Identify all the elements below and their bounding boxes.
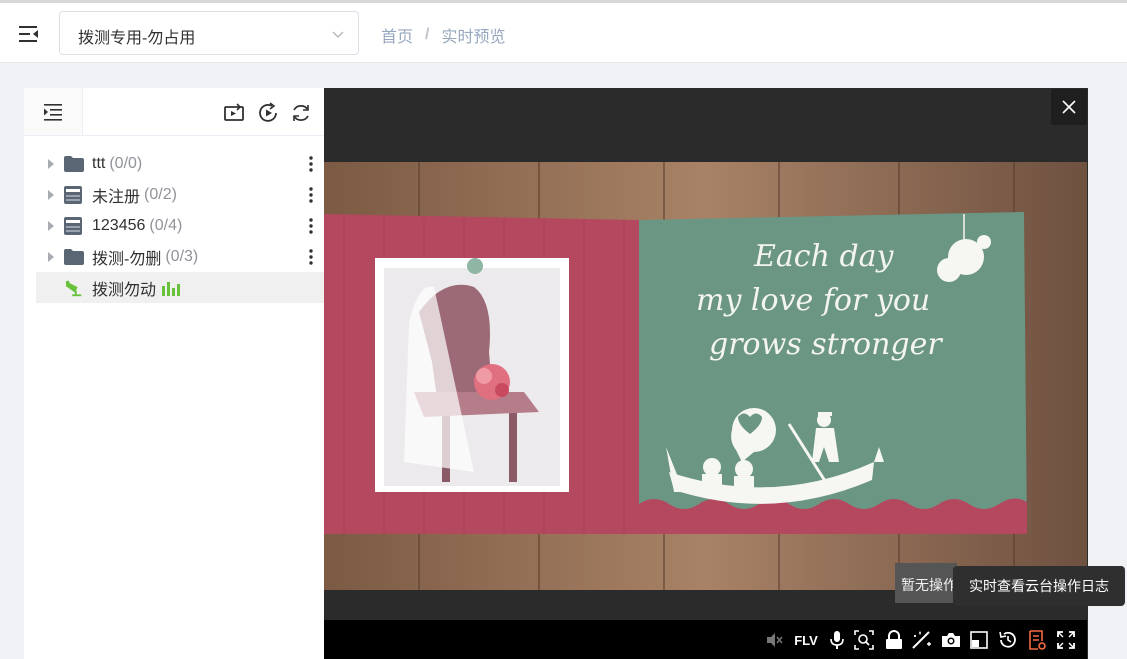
org-select[interactable]: 拨测专用-勿占用 — [59, 11, 359, 55]
video-text-line-1: Each day — [753, 239, 895, 274]
tree-node-unregistered[interactable]: 未注册 (0/2) — [36, 179, 324, 210]
caret-right-icon[interactable] — [46, 220, 56, 231]
ptz-log-tooltip: 实时查看云台操作日志 — [953, 566, 1125, 606]
ptz-log-icon[interactable] — [1027, 630, 1047, 650]
fullscreen-icon[interactable] — [1056, 630, 1076, 650]
snapshot-icon[interactable] — [940, 630, 962, 650]
menu-toggle-icon[interactable] — [18, 24, 40, 44]
tree-node-count: (0/3) — [165, 247, 199, 265]
lock-icon[interactable] — [883, 630, 905, 650]
chevron-down-icon — [332, 31, 344, 38]
tree-node-count: (0/0) — [109, 154, 143, 172]
zoom-icon[interactable] — [853, 630, 875, 650]
folder-icon — [64, 248, 84, 266]
more-vertical-icon[interactable] — [308, 248, 314, 266]
device-tree-panel: ttt (0/0) 未注册 (0/2) 123456 (0/4) 拨测-勿删 (… — [24, 88, 324, 659]
wand-icon[interactable] — [911, 630, 933, 650]
video-frame: Each day my love for you grows stronger — [324, 162, 1087, 590]
tree-node-label: 拨测勿动 — [92, 281, 157, 299]
caret-right-icon[interactable] — [46, 251, 56, 262]
tree-node-123456[interactable]: 123456 (0/4) — [36, 210, 324, 241]
stream-format-label[interactable]: FLV — [792, 630, 820, 650]
close-player-button[interactable] — [1051, 89, 1087, 125]
caret-right-icon[interactable] — [46, 158, 56, 169]
video-text-line-2: my love for you — [696, 283, 930, 318]
refresh-icon — [293, 104, 309, 122]
breadcrumb-home[interactable]: 首页 — [381, 23, 413, 47]
breadcrumb: 首页 / 实时预览 — [381, 23, 505, 47]
folder-icon — [64, 155, 84, 173]
tree-node-label: ttt — [92, 154, 106, 172]
close-icon — [1062, 100, 1076, 114]
tree-node-count: (0/4) — [149, 216, 183, 234]
tree-toolbar — [24, 88, 324, 136]
more-vertical-icon[interactable] — [308, 155, 314, 173]
org-select-value: 拨测专用-勿占用 — [78, 30, 196, 47]
indent-icon — [44, 104, 62, 121]
tree-refresh-button[interactable] — [290, 102, 312, 124]
tree-node-dial-test[interactable]: 拨测-勿删 (0/3) — [36, 241, 324, 272]
video-text-line-3: grows stronger — [709, 327, 943, 362]
tree-node-count: (0/2) — [144, 185, 177, 203]
tree-node-label: 拨测-勿删 — [92, 250, 162, 268]
tree-collapse-button[interactable] — [24, 88, 83, 135]
player-control-bar: FLV — [324, 620, 1087, 659]
tree-switch-button[interactable] — [223, 102, 245, 124]
replay-icon — [259, 102, 277, 122]
tree-playback-button[interactable] — [257, 102, 279, 124]
more-vertical-icon[interactable] — [308, 217, 314, 235]
tree-node-label: 未注册 — [92, 188, 141, 206]
caret-right-icon[interactable] — [46, 189, 56, 200]
switch-stream-icon — [224, 103, 244, 121]
tree-node-label: 123456 — [92, 216, 146, 234]
video-stream[interactable]: Each day my love for you grows stronger — [324, 162, 1087, 590]
breadcrumb-current: 实时预览 — [441, 29, 506, 46]
window-icon[interactable] — [969, 630, 989, 650]
camera-icon — [64, 279, 84, 297]
tree-node-camera-active[interactable]: 拨测勿动 — [36, 272, 324, 303]
nvr-icon — [64, 185, 84, 204]
device-tree: ttt (0/0) 未注册 (0/2) 123456 (0/4) 拨测-勿删 (… — [36, 148, 324, 303]
microphone-icon[interactable] — [827, 630, 847, 650]
tree-node-ttt[interactable]: ttt (0/0) — [36, 148, 324, 179]
ptz-status-label: 暂无操作 — [895, 563, 957, 603]
mute-icon[interactable] — [764, 630, 784, 650]
header: 拨测专用-勿占用 首页 / 实时预览 — [0, 3, 1127, 63]
history-icon[interactable] — [997, 630, 1019, 650]
more-vertical-icon[interactable] — [308, 186, 314, 204]
breadcrumb-separator: / — [425, 26, 430, 43]
signal-bars-icon — [162, 280, 181, 296]
nvr-icon — [64, 216, 84, 235]
